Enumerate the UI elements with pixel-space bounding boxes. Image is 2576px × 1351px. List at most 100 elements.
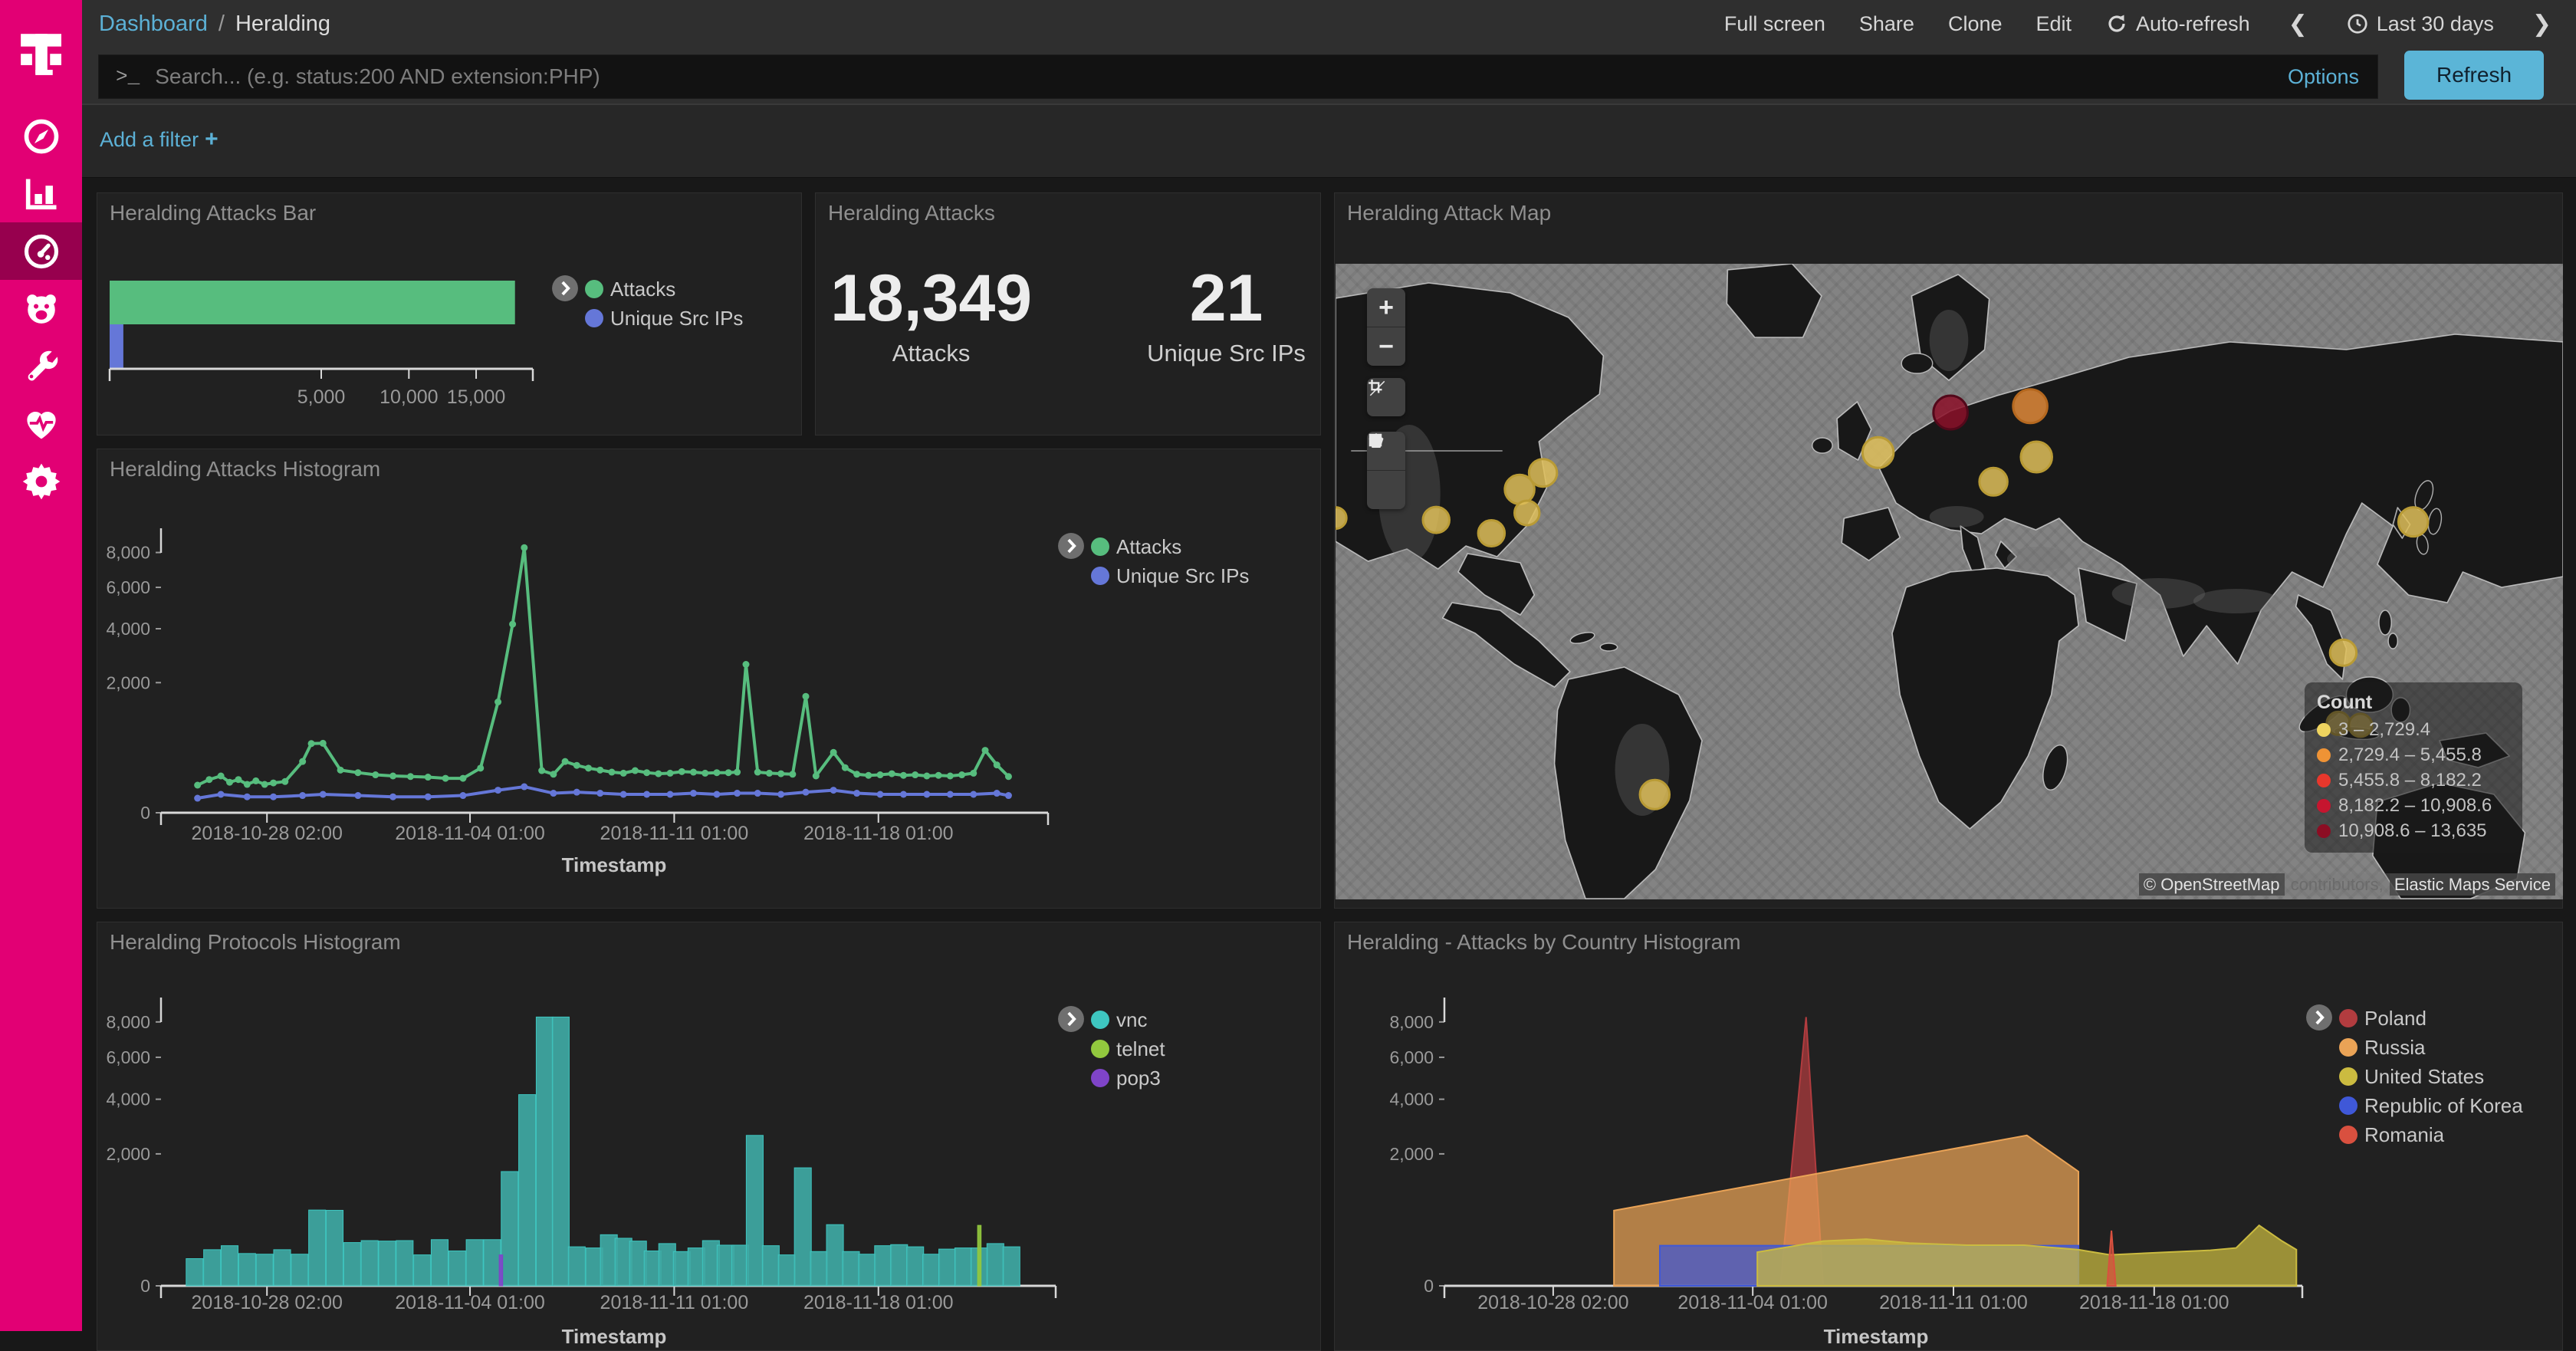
bar-chart-icon [21,174,61,214]
map-legend-color-dot [2317,799,2331,813]
map-attack-marker [1515,501,1539,525]
plus-icon: + [205,127,219,152]
sidebar-item-monitoring[interactable] [0,395,82,452]
legend-item-attacks[interactable]: Attacks [585,274,743,304]
svg-text:2018-11-18 01:00: 2018-11-18 01:00 [803,1292,954,1313]
time-range-picker[interactable]: Last 30 days [2346,12,2494,36]
panel-title: Heralding Attack Map [1347,201,1551,225]
legend-item-attacks[interactable]: Attacks [1091,532,1249,561]
svg-text:2018-10-28 02:00: 2018-10-28 02:00 [1477,1292,1628,1313]
legend-color-dot [2339,1067,2358,1086]
map-legend-item: 3 – 2,729.4 [2317,717,2510,742]
panel-title: Heralding Attacks [828,201,995,225]
share-button[interactable]: Share [1859,12,1914,36]
legend-item-vnc[interactable]: vnc [1091,1005,1165,1034]
legend-color-dot [1091,1011,1109,1029]
legend-label: Attacks [1116,535,1181,559]
legend-label: United States [2364,1065,2484,1089]
svg-text:2,000: 2,000 [1389,1144,1434,1164]
legend-item-poland[interactable]: Poland [2339,1004,2523,1033]
map-legend-range-label: 8,182.2 – 10,908.6 [2338,795,2492,817]
sidebar-item-dashboard[interactable] [0,222,82,280]
time-back-chevron[interactable]: ❮ [2284,11,2312,38]
map-attack-marker [1478,521,1504,547]
search-box: >_ Options [98,54,2378,99]
map-draw-rectangle-button[interactable] [1367,471,1405,509]
breadcrumb-dashboard-link[interactable]: Dashboard [99,12,208,37]
legend-item-pop3[interactable]: pop3 [1091,1063,1165,1093]
options-link[interactable]: Options [2288,65,2359,89]
t-mobile-logo[interactable] [0,0,82,100]
attacks-bar-legend: Attacks Unique Src IPs [551,274,743,333]
metric-value: 21 [1147,262,1306,335]
gear-icon [21,462,61,501]
sidebar-item-discover[interactable] [0,107,82,165]
legend-item-united-states[interactable]: United States [2339,1062,2523,1091]
svg-text:2018-11-18 01:00: 2018-11-18 01:00 [803,823,954,844]
map-legend-item: 5,455.8 – 8,182.2 [2317,768,2510,793]
search-input[interactable] [153,64,2288,90]
panel-heralding-protocols-histogram: Heralding Protocols Histogram 02,0004,00… [97,922,1321,1351]
legend-item-republic-of-korea[interactable]: Republic of Korea [2339,1091,2523,1120]
svg-text:2,000: 2,000 [106,1144,150,1164]
legend-color-dot [1091,537,1109,556]
legend-item-russia[interactable]: Russia [2339,1033,2523,1062]
attacks-histogram-legend: AttacksUnique Src IPs [1057,532,1249,590]
map-attack-marker [1423,507,1449,533]
svg-text:2018-11-11 01:00: 2018-11-11 01:00 [1879,1292,2028,1313]
fullscreen-button[interactable]: Full screen [1724,12,1825,36]
svg-text:10,000: 10,000 [380,386,438,408]
compass-icon [21,117,61,156]
sidebar-item-bear[interactable] [0,280,82,337]
svg-text:2018-11-11 01:00: 2018-11-11 01:00 [600,823,749,844]
map-attribution: © OpenStreetMap contributors, Elastic Ma… [2139,875,2555,895]
auto-refresh-button[interactable]: Auto-refresh [2105,12,2250,36]
legend-label: Romania [2364,1123,2444,1147]
time-forward-chevron[interactable]: ❯ [2528,11,2556,38]
edit-button[interactable]: Edit [2036,12,2072,36]
svg-text:2018-10-28 02:00: 2018-10-28 02:00 [192,1292,343,1313]
map-bounding-box-filter-button[interactable] [1367,378,1405,416]
map-attack-marker [1336,508,1346,529]
legend-color-dot [1091,1040,1109,1058]
legend-color-dot [2339,1009,2358,1027]
sidebar-item-management[interactable] [0,452,82,510]
map-legend-range-label: 2,729.4 – 5,455.8 [2338,745,2482,766]
breadcrumb-current-page: Heralding [235,12,330,37]
legend-label: Attacks [610,278,675,301]
legend-item-unique-src-ips[interactable]: Unique Src IPs [1091,561,1249,590]
legend-item-telnet[interactable]: telnet [1091,1034,1165,1063]
legend-item-unique-src-ips[interactable]: Unique Src IPs [585,304,743,333]
svg-text:6,000: 6,000 [106,1047,150,1067]
sidebar-item-devtools[interactable] [0,337,82,395]
legend-expand-chevron-icon[interactable] [2305,1004,2333,1035]
svg-text:15,000: 15,000 [447,386,505,408]
crop-icon [1367,378,1387,398]
breadcrumb: Dashboard / Heralding [99,12,330,37]
map-zoom-out-button[interactable]: − [1367,327,1405,366]
legend-label: pop3 [1116,1067,1161,1090]
add-filter-link[interactable]: Add a filter+ [100,127,219,153]
legend-item-romania[interactable]: Romania [2339,1120,2523,1149]
protocols-histogram-legend: vnctelnet pop3 [1057,1005,1165,1093]
map-legend-title: Count [2317,692,2510,714]
svg-text:5,000: 5,000 [297,386,346,408]
metric-unique-src-ips: 21 Unique Src IPs [1147,262,1306,367]
legend-expand-chevron-icon[interactable] [1057,532,1085,564]
heart-pulse-icon [21,404,61,444]
search-bar-row: >_ Options Refresh [82,48,2576,104]
wrench-icon [21,347,61,386]
legend-expand-chevron-icon[interactable] [1057,1005,1085,1037]
map-zoom-in-button[interactable]: + [1367,288,1405,327]
panel-title: Heralding Attacks Bar [110,201,316,225]
clone-button[interactable]: Clone [1948,12,2003,36]
world-map[interactable]: + − [1336,264,2563,899]
query-prompt-icon: >_ [116,65,140,88]
map-legend-color-dot [2317,723,2331,737]
refresh-button[interactable]: Refresh [2404,51,2544,100]
map-attack-marker [2013,390,2048,423]
legend-expand-chevron-icon[interactable] [551,274,579,306]
panel-title: Heralding - Attacks by Country Histogram [1347,930,1741,955]
sidebar-item-visualize[interactable] [0,165,82,222]
map-attack-marker [1640,780,1669,809]
